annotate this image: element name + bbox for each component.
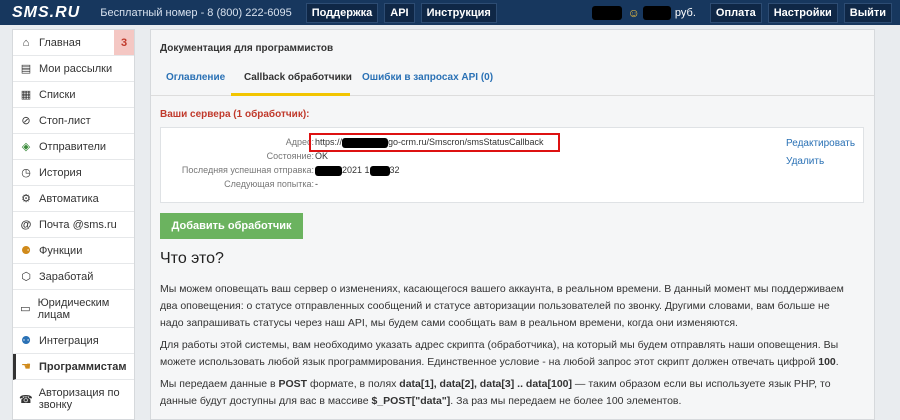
handler-card: Адрес: Состояние: Последняя успешная отп… [160,127,864,203]
edit-link[interactable]: Редактировать [786,138,855,149]
sidebar-item-label: Стоп-лист [39,114,91,127]
status-value: OK [315,151,329,161]
phone-icon: ☎ [19,393,33,406]
free-number-label: Бесплатный номер - 8 (800) 222-6095 [100,6,292,19]
money-icon: ⬡ [21,271,31,283]
sidebar-item-programmers[interactable]: ☚ Программистам [13,354,134,380]
format-text-1: Мы передаем данные в [160,378,279,390]
status-label: Состояние: [266,151,314,161]
clock-icon: ◷ [21,167,31,179]
sidebar-item-mail[interactable]: @ Почта @sms.ru [13,212,134,238]
sidebar-item-label: Почта @sms.ru [39,218,117,231]
support-button[interactable]: Поддержка [305,2,379,23]
address-suffix: go-crm.ru/Smscron/smsStatusCallback [388,137,544,147]
settings-button[interactable]: Настройки [767,2,838,23]
sidebar-item-label: Программистам [39,360,127,373]
document-icon: ▭ [20,303,31,315]
next-attempt-label: Следующая попытка: [224,179,314,189]
format-text-4: . За раз мы передаем не более 100 элемен… [450,395,682,407]
sidebar-item-call-auth[interactable]: ☎ Авторизация по звонку [13,380,134,418]
tab-callback-handlers[interactable]: Callback обработчики [244,72,352,83]
sidebar-item-home[interactable]: ⌂ Главная 3 [13,30,134,56]
address-prefix: https:// [315,137,343,147]
sidebar-item-label: Главная [39,36,81,49]
home-icon: ⌂ [22,36,30,49]
at-icon: @ [20,218,32,231]
sidebar: ⌂ Главная 3 ▤ Мои рассылки ▦ Списки ⊘ Ст… [12,29,135,420]
paragraph-data-format: Мы передаем данные в POST формате, в пол… [160,376,855,410]
redacted-balance [642,5,671,20]
gear-icon: ⚙ [21,193,31,205]
delete-link[interactable]: Удалить [786,156,824,167]
sidebar-item-senders[interactable]: ◈ Отправители [13,134,134,160]
sidebar-item-automation[interactable]: ⚙ Автоматика [13,186,134,212]
api-button[interactable]: API [384,2,415,23]
list-icon: ▦ [20,89,32,101]
main-panel: Документация для программистов Оглавлени… [150,29,875,420]
fields-label: data[1], data[2], data[3] .. data[100] [399,378,573,390]
balance-currency: руб. [674,6,696,19]
sidebar-item-label: Авторизация по звонку [38,387,120,411]
hand-icon: ☚ [21,361,31,373]
last-sent-value: 2021 1 32 [315,165,400,176]
sidebar-item-label: Функции [39,244,83,257]
sidebar-item-history[interactable]: ◷ История [13,160,134,186]
stop-list-icon: ⊘ [21,115,31,127]
sidebar-item-my-mailings[interactable]: ▤ Мои рассылки [13,56,134,82]
sidebar-item-label: Юридическим лицам [37,296,110,321]
sidebar-item-label: История [39,166,82,179]
sidebar-item-label: Отправители [39,140,107,153]
redacted-account [591,5,622,20]
setup-end: . [835,356,839,368]
last-sent-label: Последняя успешная отправка: [181,165,314,175]
last-sent-end: 32 [389,165,400,175]
sidebar-item-label: Списки [39,88,76,101]
last-sent-mid: 2021 1 [342,165,370,175]
sidebar-item-label: Автоматика [39,192,99,205]
next-attempt-value: - [315,179,318,189]
active-tab-indicator [231,93,350,96]
page-icon: ▤ [20,63,32,75]
sidebar-item-label: Интеграция [39,334,99,347]
sidebar-item-legal-entities[interactable]: ▭ Юридическим лицам [13,290,134,328]
user-icon: ☺ [627,5,640,20]
post-array-label: $_POST["data"] [371,395,451,407]
functions-icon: ⚈ [21,245,31,257]
sidebar-item-integration[interactable]: ⚉ Интеграция [13,328,134,354]
page-title: Документация для программистов [160,43,334,54]
tab-api-errors[interactable]: Ошибки в запросах API (0) [362,72,493,83]
tab-contents[interactable]: Оглавление [166,72,225,83]
logout-button[interactable]: Выйти [843,2,892,23]
post-label: POST [278,378,308,390]
sidebar-item-earn[interactable]: ⬡ Заработай [13,264,134,290]
servers-title: Ваши сервера (1 обработчик): [160,109,310,120]
redacted-domain [342,137,389,148]
add-handler-button[interactable]: Добавить обработчик [160,213,303,239]
paragraph-intro: Мы можем оповещать ваш сервер о изменени… [160,283,844,329]
setup-text: Для работы этой системы, вам необходимо … [160,339,839,368]
redacted-time [369,165,390,176]
address-value[interactable]: https:// go-crm.ru/Smscron/smsStatusCallb… [315,137,544,148]
instructions-button[interactable]: Инструкция [420,2,497,23]
integration-icon: ⚉ [21,335,31,347]
top-bar: SMS.RU Бесплатный номер - 8 (800) 222-60… [0,0,900,25]
sidebar-item-label: Мои рассылки [39,62,113,75]
sidebar-item-lists[interactable]: ▦ Списки [13,82,134,108]
payment-button[interactable]: Оплата [709,2,762,23]
sidebar-item-functions[interactable]: ⚈ Функции [13,238,134,264]
tab-bar: Оглавление Callback обработчики Ошибки в… [151,66,874,96]
response-code: 100 [818,356,836,368]
sidebar-item-stop-list[interactable]: ⊘ Стоп-лист [13,108,134,134]
logo[interactable]: SMS.RU [12,4,80,22]
tag-icon: ◈ [21,141,31,153]
format-text-2: формате, в полях [307,378,400,390]
notification-badge: 3 [114,30,134,55]
paragraph-setup: Для работы этой системы, вам необходимо … [160,337,855,371]
account-area: ☺ руб. Оплата Настройки Выйти [591,0,892,25]
sidebar-item-label: Заработай [39,270,94,283]
redacted-date [315,165,342,176]
section-heading: Что это? [160,250,224,267]
